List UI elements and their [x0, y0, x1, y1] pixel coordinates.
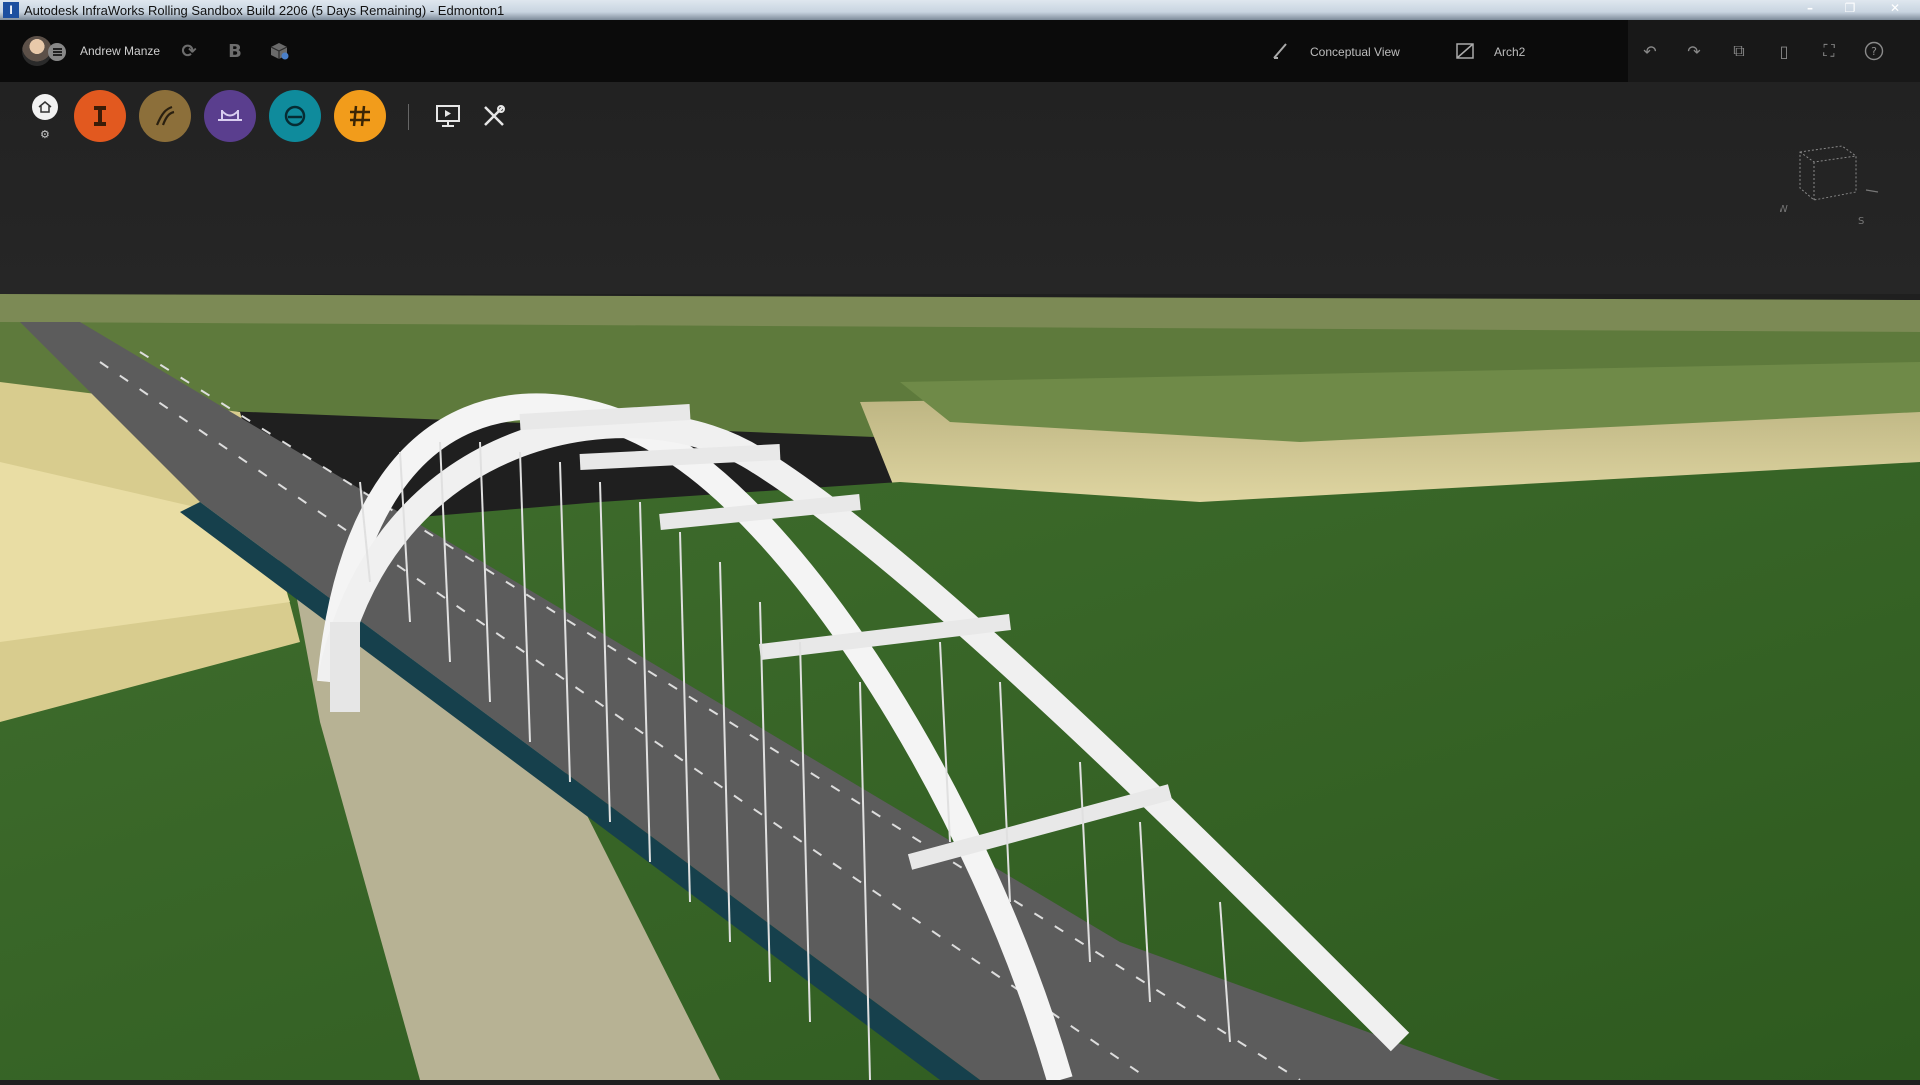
- window-controls: – ❐ ✕: [1790, 0, 1920, 16]
- restore-icon[interactable]: ❐: [1830, 0, 1870, 16]
- road-icon: [155, 105, 175, 126]
- proposal-icon[interactable]: [1454, 40, 1476, 62]
- undo-icon[interactable]: ↶: [1640, 41, 1660, 61]
- home-button[interactable]: [32, 94, 58, 120]
- gear-icon[interactable]: ⚙: [40, 128, 50, 141]
- tools-icon: [484, 105, 505, 126]
- presentation-button[interactable]: [432, 100, 464, 132]
- grid-icon: [350, 105, 370, 127]
- structure-tool[interactable]: [74, 90, 126, 142]
- right-toolbar: ↶ ↷ ⧉ ▯ ⛶ ?: [1628, 20, 1920, 82]
- compass-west: W: [1780, 204, 1788, 215]
- presentation-icon: [436, 105, 460, 127]
- proposal-label[interactable]: Arch2: [1494, 45, 1525, 59]
- view-cube[interactable]: W S: [1778, 140, 1890, 230]
- roads-tool[interactable]: [139, 90, 191, 142]
- bridges-tool[interactable]: [204, 90, 256, 142]
- panel-icon[interactable]: ▯: [1774, 41, 1794, 61]
- bridge-icon: [218, 110, 242, 121]
- view-style-label[interactable]: Conceptual View: [1310, 45, 1400, 59]
- fullscreen-icon[interactable]: ⛶: [1819, 41, 1839, 61]
- model-cube-icon[interactable]: [268, 40, 290, 62]
- settings-tools-button[interactable]: [478, 100, 510, 132]
- model-viewport[interactable]: [0, 82, 1920, 1084]
- bim360-icon[interactable]: B: [224, 40, 246, 62]
- top-app-bar: Andrew Manze ⟳ B Conceptual View Arch2 ↶…: [0, 20, 1920, 82]
- redo-icon[interactable]: ↷: [1684, 41, 1704, 61]
- svg-text:?: ?: [1871, 45, 1877, 58]
- compass-south: S: [1858, 216, 1864, 227]
- window-titlebar: I Autodesk InfraWorks Rolling Sandbox Bu…: [0, 0, 1920, 20]
- sync-icon[interactable]: ⟳: [178, 40, 200, 62]
- toolbar-divider: [408, 104, 409, 130]
- bridge-scene[interactable]: [0, 82, 1920, 1084]
- menu-icon[interactable]: [48, 43, 66, 61]
- home-icon: [38, 101, 52, 113]
- user-name[interactable]: Andrew Manze: [80, 44, 160, 58]
- window-icon[interactable]: ⧉: [1729, 41, 1749, 61]
- close-icon[interactable]: ✕: [1870, 0, 1920, 16]
- window-title: Autodesk InfraWorks Rolling Sandbox Buil…: [24, 2, 505, 18]
- drainage-tool[interactable]: [269, 90, 321, 142]
- pipe-icon: [284, 105, 306, 127]
- grid-tool[interactable]: [334, 90, 386, 142]
- app-icon: I: [3, 2, 19, 18]
- style-brush-icon[interactable]: [1270, 40, 1292, 62]
- beam-icon: [94, 106, 106, 126]
- minimize-icon[interactable]: –: [1790, 0, 1830, 16]
- help-icon[interactable]: ?: [1864, 41, 1884, 61]
